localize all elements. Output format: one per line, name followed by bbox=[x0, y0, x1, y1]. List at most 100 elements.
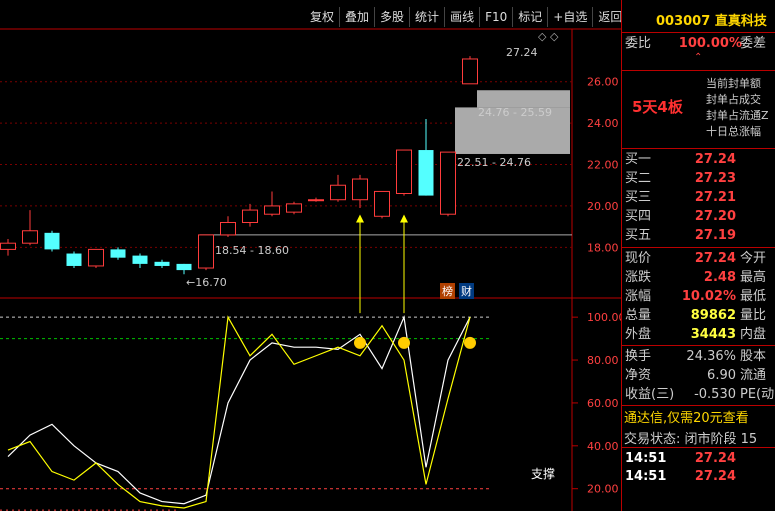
indicator-grid: 100.00 80.00 60.00 40.00 20.00 bbox=[0, 311, 621, 511]
quote-label: 净资 bbox=[625, 368, 652, 383]
candle-body bbox=[330, 184, 346, 201]
indicator-tick-label: 40.00 bbox=[587, 440, 619, 453]
bid-label: 买三 bbox=[625, 190, 652, 205]
bid-label: 买二 bbox=[625, 171, 652, 186]
stock-name: 直真科技 bbox=[714, 14, 767, 29]
price-tick-label: 26.00 bbox=[587, 76, 619, 89]
bid-row[interactable]: 买四 27.20 bbox=[622, 207, 775, 226]
quote-row: 涨跌 2.48 最高 bbox=[622, 268, 775, 287]
seal-info-item: 封单占成交 bbox=[706, 93, 761, 106]
signal-arrowhead bbox=[400, 214, 408, 223]
candle-body bbox=[418, 150, 434, 196]
trade-status: 交易状态: 闭市阶段 15 bbox=[624, 432, 758, 447]
candles bbox=[0, 56, 478, 275]
quote-value: 6.90 bbox=[707, 368, 736, 383]
tick-row: 14:51 27.24 bbox=[622, 449, 775, 468]
tick-price: 27.24 bbox=[694, 451, 736, 466]
candle-body bbox=[110, 249, 126, 258]
cai-tag[interactable]: 财 bbox=[459, 283, 474, 299]
seal-info-item: 当前封单额 bbox=[706, 77, 761, 90]
candle-body bbox=[88, 248, 104, 267]
divider bbox=[622, 70, 775, 71]
price-tick-label: 22.00 bbox=[587, 159, 619, 172]
candle-body bbox=[66, 253, 82, 266]
tick-time: 14:51 bbox=[625, 469, 667, 484]
quote-label2: 流通 bbox=[740, 368, 767, 383]
candle-body bbox=[132, 255, 148, 264]
quote-label2: 内盘 bbox=[740, 327, 767, 342]
indicator-tick-label: 20.00 bbox=[587, 483, 619, 496]
low-marker-value: 16.70 bbox=[195, 276, 227, 289]
quote-value: 27.24 bbox=[694, 251, 736, 266]
range-high-label: 24.76 - 25.59 bbox=[478, 106, 552, 119]
chart-settings-icon[interactable]: ◇ ◇ bbox=[538, 30, 558, 43]
quote-value: -0.530 bbox=[694, 387, 736, 402]
quote-label: 总量 bbox=[625, 308, 652, 323]
bid-price: 27.20 bbox=[694, 209, 736, 224]
quote-row: 净资 6.90 流通 bbox=[622, 366, 775, 385]
candle-body bbox=[374, 190, 390, 217]
bid-price: 27.23 bbox=[694, 171, 736, 186]
range-low-label: 18.54 - 18.60 bbox=[215, 244, 289, 257]
candle-body bbox=[198, 234, 214, 269]
candle-body bbox=[440, 151, 456, 215]
divider bbox=[622, 345, 775, 346]
kline-chart: 26.00 24.00 22.00 20.00 18.00 100.00 80.00 60.… bbox=[0, 28, 621, 511]
quote-row: 收益(三) -0.530 PE(动 bbox=[622, 385, 775, 404]
bid-row[interactable]: 买五 27.19 bbox=[622, 226, 775, 245]
divider bbox=[622, 32, 775, 33]
price-tick-label: 18.00 bbox=[587, 241, 619, 254]
candle-body bbox=[286, 203, 302, 213]
smiley-icon bbox=[398, 336, 410, 349]
divider bbox=[622, 405, 775, 406]
quote-label2: 股本 bbox=[740, 349, 767, 364]
candle-body bbox=[154, 261, 170, 266]
bid-label: 买一 bbox=[625, 152, 652, 167]
tick-price: 27.24 bbox=[694, 469, 736, 484]
quote-row: 现价 27.24 今开 bbox=[622, 249, 775, 268]
quote-value: 10.02% bbox=[681, 289, 736, 304]
quote-label: 外盘 bbox=[625, 327, 652, 342]
stock-code: 003007 bbox=[656, 14, 711, 29]
quote-label2: 量比 bbox=[740, 308, 767, 323]
quote-value: 89862 bbox=[690, 308, 736, 323]
candle-body bbox=[242, 209, 258, 223]
candle-body bbox=[22, 230, 38, 244]
board-streak: 5天4板 bbox=[632, 98, 683, 116]
bid-price: 27.19 bbox=[694, 228, 736, 243]
candle-body bbox=[0, 242, 16, 250]
indicator-tick-label: 80.00 bbox=[587, 354, 619, 367]
stock-title: 003007 直真科技 bbox=[656, 10, 767, 29]
quote-label2: 今开 bbox=[740, 251, 767, 266]
ad-banner[interactable]: 通达信,仅需20元查看 bbox=[624, 407, 749, 426]
collapse-icon[interactable]: ⌃ bbox=[694, 52, 702, 63]
weibi-label: 委比 bbox=[625, 36, 652, 51]
tick-time: 14:51 bbox=[625, 451, 667, 466]
quote-label2: 最高 bbox=[740, 270, 767, 285]
quote-row: 外盘 34443 内盘 bbox=[622, 325, 775, 344]
bid-row[interactable]: 买三 27.21 bbox=[622, 188, 775, 207]
divider bbox=[622, 247, 775, 248]
indicator-tick-label: 100.00 bbox=[587, 311, 621, 324]
divider bbox=[622, 148, 775, 149]
quote-label: 涨跌 bbox=[625, 270, 652, 285]
bid-price: 27.24 bbox=[694, 152, 736, 167]
bid-row[interactable]: 买二 27.23 bbox=[622, 169, 775, 188]
quote-label: 现价 bbox=[625, 251, 652, 266]
bid-row[interactable]: 买一 27.24 bbox=[622, 150, 775, 169]
quote-value: 2.48 bbox=[703, 270, 736, 285]
weidiff-label: 委差 bbox=[740, 36, 767, 51]
bang-tag[interactable]: 榜 bbox=[440, 283, 455, 299]
indicator-tick-label: 60.00 bbox=[587, 397, 619, 410]
quote-label2: PE(动 bbox=[740, 387, 775, 402]
candle-body bbox=[176, 263, 192, 271]
candle-body bbox=[396, 149, 412, 195]
bid-label: 买四 bbox=[625, 209, 652, 224]
quote-label: 收益(三) bbox=[625, 387, 675, 402]
candle-body bbox=[462, 58, 478, 85]
price-tick-label: 20.00 bbox=[587, 200, 619, 213]
seal-info: 当前封单额 封单占成交 封单占流通Z 十日总涨幅 bbox=[706, 76, 769, 140]
seal-info-item: 十日总涨幅 bbox=[706, 125, 761, 138]
bid-price: 27.21 bbox=[694, 190, 736, 205]
smiley-icon bbox=[464, 336, 476, 349]
